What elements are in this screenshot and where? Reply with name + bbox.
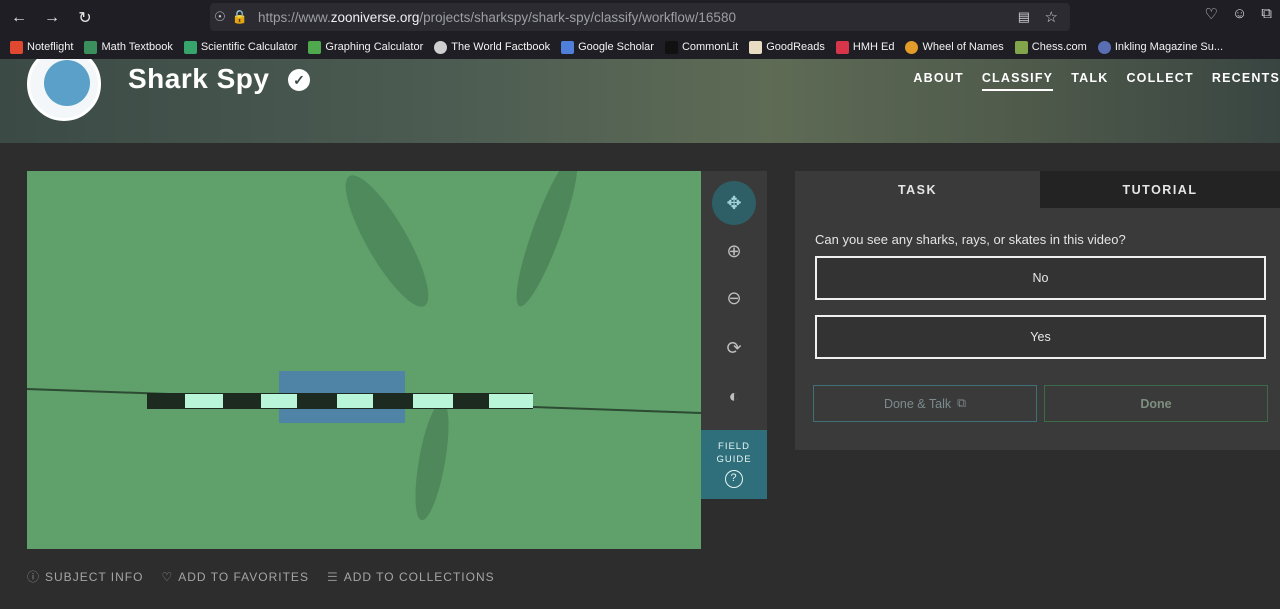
lock-icon[interactable]: 🔒: [230, 9, 250, 25]
field-guide-button[interactable]: FIELD GUIDE ?: [701, 430, 767, 499]
subject-video-frame: [27, 171, 701, 549]
noteflight-icon: [10, 40, 23, 54]
subject-image[interactable]: [27, 171, 701, 549]
done-button[interactable]: Done: [1044, 385, 1268, 422]
wheel-of-names-icon: [905, 40, 919, 54]
nav-collect[interactable]: COLLECT: [1126, 71, 1193, 91]
bookmark-wheel-of-names[interactable]: Wheel of Names: [905, 40, 1004, 54]
bookmark-goodreads[interactable]: GoodReads: [749, 40, 825, 54]
bookmark-inkling[interactable]: Inkling Magazine Su...: [1097, 40, 1223, 54]
answer-yes-button[interactable]: Yes: [815, 315, 1266, 359]
back-arrow-icon[interactable]: ←: [5, 4, 33, 32]
nav-about[interactable]: ABOUT: [913, 71, 963, 91]
project-avatar[interactable]: [27, 59, 101, 121]
hmh-ed-icon: [835, 40, 849, 54]
shark-logo-icon: [44, 60, 90, 106]
bookmark-google-scholar[interactable]: Google Scholar: [561, 40, 654, 54]
task-panel: TASK TUTORIAL Can you see any sharks, ra…: [795, 171, 1280, 450]
zoom-in-icon[interactable]: ⊕: [712, 229, 756, 273]
graphing-calculator-icon: [308, 40, 322, 54]
bookmark-chess[interactable]: Chess.com: [1014, 40, 1087, 54]
math-textbook-icon: [84, 40, 98, 54]
reader-view-icon[interactable]: ▤: [1018, 9, 1030, 25]
project-header: Shark Spy ✓ ABOUT CLASSIFY TALK COLLECT …: [0, 59, 1280, 143]
bookmarks-bar: Noteflight Math Textbook Scientific Calc…: [0, 35, 1280, 59]
world-factbook-icon: [434, 40, 448, 54]
bookmark-star-icon[interactable]: ☆: [1045, 8, 1058, 26]
bookmark-scientific-calculator[interactable]: Scientific Calculator: [183, 40, 297, 54]
url-text[interactable]: https://www.zooniverse.org/projects/shar…: [258, 10, 736, 25]
verified-check-icon: ✓: [288, 69, 310, 91]
extensions-icon[interactable]: ⧉: [1261, 5, 1272, 23]
account-icon[interactable]: ☺: [1232, 5, 1247, 23]
add-to-collections-button[interactable]: ☰ ADD TO COLLECTIONS: [327, 568, 495, 585]
reload-icon[interactable]: ↻: [71, 4, 99, 32]
subject-meta-bar: ⓘ SUBJECT INFO ♡ ADD TO FAVORITES ☰ ADD TO …: [27, 568, 495, 585]
chess-pawn-icon: [1014, 40, 1028, 54]
help-question-icon: ?: [725, 470, 743, 488]
nav-recents[interactable]: RECENTS: [1212, 71, 1280, 91]
tab-tutorial[interactable]: TUTORIAL: [1040, 171, 1280, 208]
rotate-icon[interactable]: ⟳: [712, 326, 756, 370]
external-link-icon: ⧉: [957, 396, 967, 410]
forward-arrow-icon[interactable]: →: [38, 4, 66, 32]
goodreads-icon: [749, 40, 763, 54]
task-question: Can you see any sharks, rays, or skates …: [815, 232, 1126, 247]
done-and-talk-button[interactable]: Done & Talk ⧉: [813, 385, 1037, 422]
project-nav: ABOUT CLASSIFY TALK COLLECT RECENTS: [913, 71, 1280, 91]
google-scholar-icon: [561, 40, 575, 54]
browser-toolbar: ← → ↻ ☉ 🔒 https://www.zooniverse.org/pro…: [0, 0, 1280, 35]
list-icon: ☰: [326, 569, 339, 584]
bookmark-noteflight[interactable]: Noteflight: [10, 40, 73, 54]
tab-task[interactable]: TASK: [795, 171, 1040, 208]
nav-classify[interactable]: CLASSIFY: [981, 71, 1054, 91]
shield-icon[interactable]: ☉: [210, 9, 230, 25]
bookmark-hmh-ed[interactable]: HMH Ed: [835, 40, 894, 54]
address-bar[interactable]: ☉ 🔒 https://www.zooniverse.org/projects/…: [210, 3, 1070, 31]
subject-info-button[interactable]: ⓘ SUBJECT INFO: [27, 568, 143, 585]
pocket-icon[interactable]: ♡: [1205, 5, 1218, 23]
move-tool-icon[interactable]: ✥: [712, 181, 756, 225]
inkling-icon: [1097, 40, 1111, 54]
bookmark-world-factbook[interactable]: The World Factbook: [434, 40, 550, 54]
heart-icon: ♡: [161, 569, 174, 584]
invert-contrast-icon[interactable]: ◐: [712, 374, 756, 418]
nav-talk[interactable]: TALK: [1071, 71, 1108, 91]
bookmark-commonlit[interactable]: CommonLit: [664, 40, 738, 54]
commonlit-icon: [664, 40, 678, 54]
info-icon: ⓘ: [27, 570, 41, 584]
bookmark-graphing-calculator[interactable]: Graphing Calculator: [308, 40, 423, 54]
zoom-out-icon[interactable]: ⊖: [712, 276, 756, 320]
add-to-favorites-button[interactable]: ♡ ADD TO FAVORITES: [161, 568, 308, 585]
answer-no-button[interactable]: No: [815, 256, 1266, 300]
project-title[interactable]: Shark Spy: [128, 63, 269, 95]
scientific-calculator-icon: [183, 40, 197, 54]
bookmark-math-textbook[interactable]: Math Textbook: [84, 40, 173, 54]
